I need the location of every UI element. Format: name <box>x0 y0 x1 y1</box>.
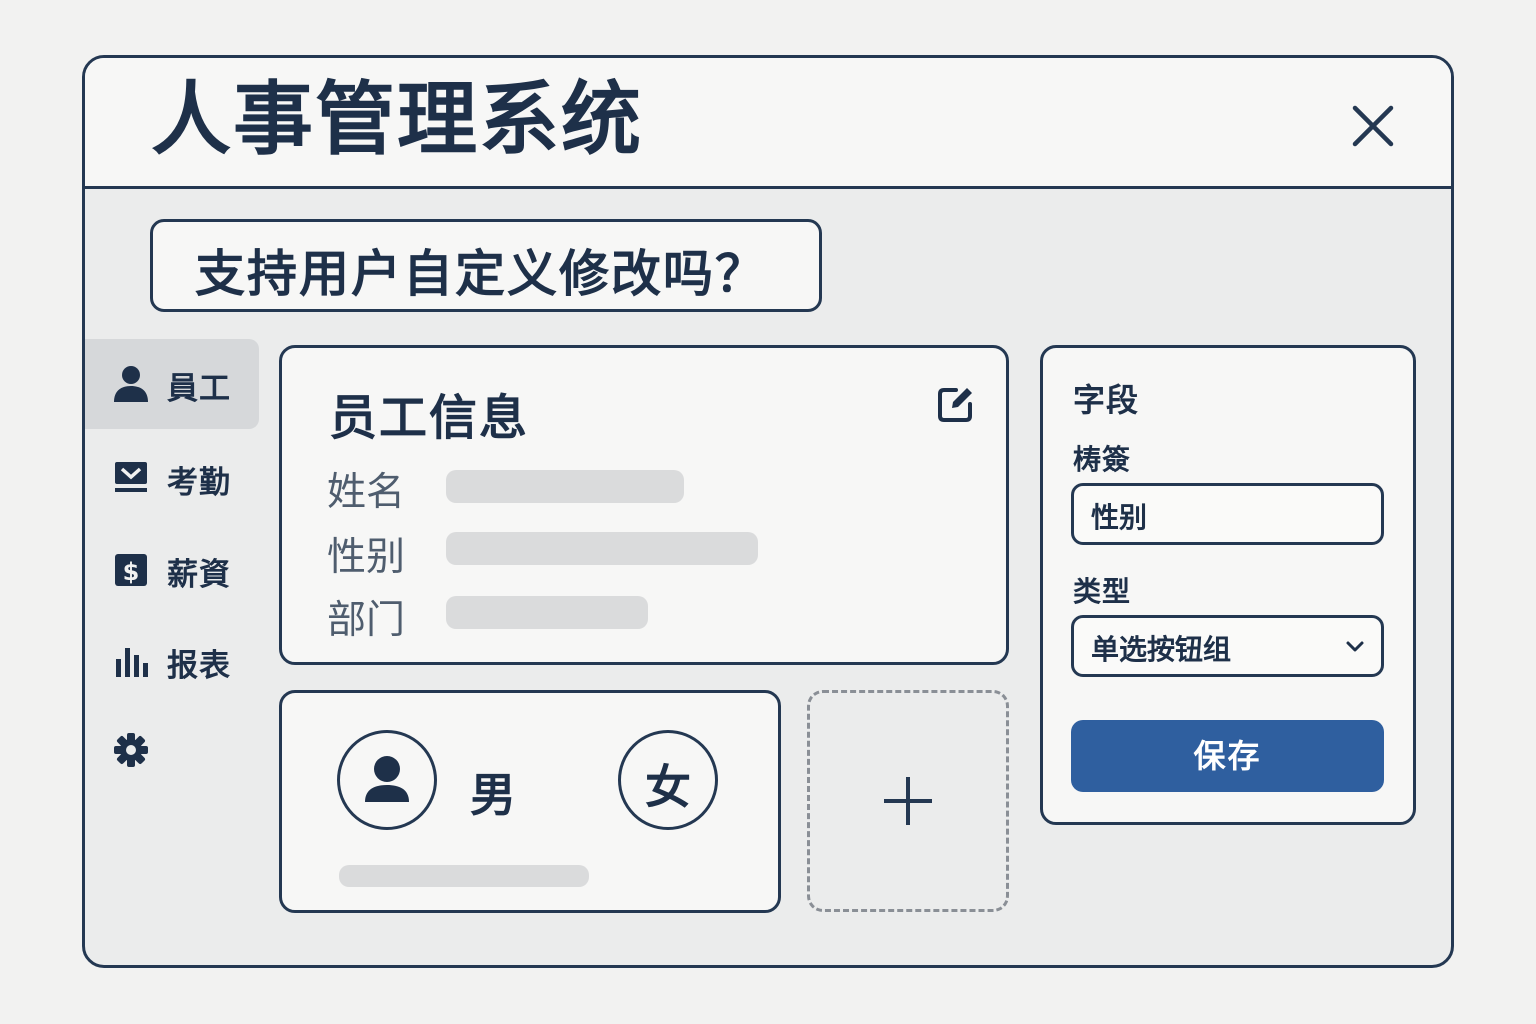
field-config-panel: 字段 梼簽 性别 类型 单选按钮组 保存 <box>1040 345 1416 825</box>
card-title: 员工信息 <box>329 390 530 446</box>
sidebar-item-label: 报表 <box>167 648 231 684</box>
label-input[interactable]: 性别 <box>1071 483 1384 545</box>
sidebar-item-salary[interactable]: $ 薪資 <box>85 525 259 615</box>
type-select[interactable]: 单选按钮组 <box>1071 615 1384 677</box>
sidebar-item-settings[interactable] <box>85 705 259 795</box>
sidebar-item-attendance[interactable]: 考勤 <box>85 433 259 523</box>
bar-chart-icon <box>116 648 148 677</box>
department-placeholder <box>446 596 648 629</box>
gear-icon <box>114 733 148 767</box>
field-panel-heading: 字段 <box>1073 381 1140 419</box>
sidebar-item-label: 薪資 <box>167 557 231 593</box>
dollar-icon: $ <box>115 554 147 586</box>
gender-option-male[interactable] <box>337 730 437 830</box>
name-placeholder <box>446 470 684 503</box>
department-label: 部门 <box>327 598 406 643</box>
title-bar: 人事管理系统 <box>85 58 1451 189</box>
user-icon <box>114 366 148 402</box>
chevron-down-icon <box>1346 641 1364 652</box>
gender-label: 性别 <box>327 535 406 580</box>
sidebar-item-reports[interactable]: 报表 <box>85 616 259 706</box>
gender-male-label: 男 <box>470 768 516 822</box>
close-icon <box>1352 105 1394 147</box>
close-button[interactable] <box>1351 104 1395 148</box>
svg-text:$: $ <box>123 558 140 586</box>
edit-button[interactable] <box>936 384 976 424</box>
sidebar-item-employees[interactable]: 員工 <box>85 339 259 429</box>
gender-selector-card: 男 女 <box>279 690 781 913</box>
gender-female-label: 女 <box>645 760 691 814</box>
add-field-button[interactable] <box>807 690 1009 912</box>
attendance-icon <box>115 462 147 492</box>
plus-icon <box>884 777 932 825</box>
edit-icon <box>938 388 972 422</box>
label-caption: 梼簽 <box>1073 443 1132 476</box>
user-icon <box>365 756 409 802</box>
type-select-value: 单选按钮组 <box>1091 633 1232 666</box>
type-caption: 类型 <box>1073 575 1132 608</box>
app-window: 人事管理系统 支持用户自定义修改吗？ 員工 考勤 $ 薪資 报表 员工信息 姓名… <box>82 55 1454 968</box>
gender-option-female[interactable]: 女 <box>618 730 718 830</box>
question-banner: 支持用户自定义修改吗？ <box>150 219 822 312</box>
save-button[interactable]: 保存 <box>1071 720 1384 792</box>
employee-info-card: 员工信息 姓名 性别 部门 <box>279 345 1009 665</box>
app-title: 人事管理系统 <box>151 73 643 166</box>
gender-caption-placeholder <box>339 865 589 887</box>
sidebar-item-label: 員工 <box>167 371 231 407</box>
name-label: 姓名 <box>327 470 406 515</box>
label-input-value: 性别 <box>1091 501 1148 534</box>
gender-placeholder <box>446 532 758 565</box>
question-text: 支持用户自定义修改吗？ <box>195 245 767 303</box>
sidebar-item-label: 考勤 <box>167 465 231 501</box>
